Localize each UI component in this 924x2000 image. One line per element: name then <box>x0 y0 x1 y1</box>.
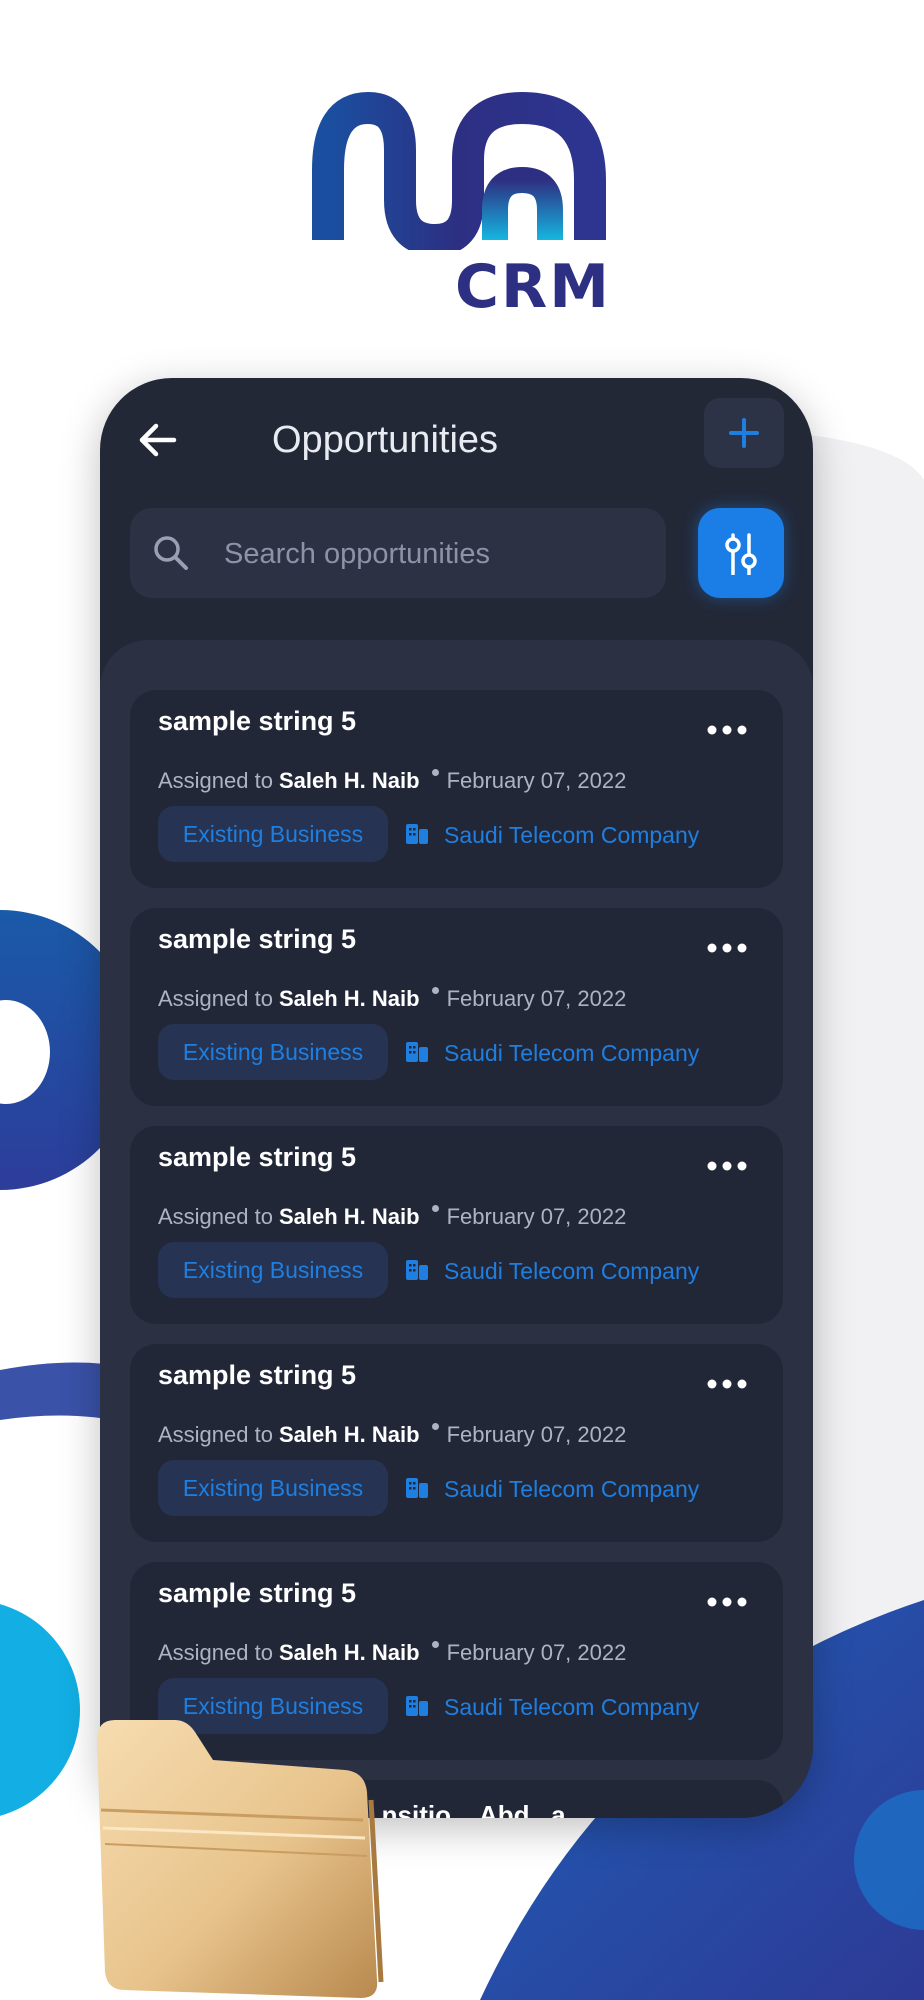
separator-dot <box>431 769 439 776</box>
opportunity-card[interactable]: sample string 5 Assigned to Saleh H. Naib… <box>130 690 783 888</box>
opportunity-type-badge[interactable]: Existing Business <box>158 1242 388 1298</box>
building-icon <box>406 1478 428 1498</box>
opportunity-title: sample string 5 <box>158 1578 357 1608</box>
assigned-label: Assigned to <box>158 1640 273 1665</box>
opportunity-meta: Assigned to Saleh H. Naib February 07, 202… <box>158 1422 626 1448</box>
opportunity-card[interactable]: sample string 5 Assigned to Saleh H. Naib… <box>130 908 783 1106</box>
opportunity-meta: Assigned to Saleh H. Naib February 07, 202… <box>158 768 626 794</box>
search-input[interactable] <box>222 508 656 600</box>
building-icon <box>406 1696 428 1716</box>
opportunity-title: sample string 5 <box>158 924 357 954</box>
more-options-icon[interactable] <box>702 936 752 960</box>
assignee-name: Saleh H. Naib <box>278 1640 420 1665</box>
top-bar: Opportunities <box>100 378 813 488</box>
brand-logo-mark <box>312 91 606 257</box>
page-title: Opportunities <box>272 419 499 461</box>
building-icon <box>406 824 428 844</box>
search-box <box>130 508 666 600</box>
assigned-label: Assigned to <box>158 768 273 793</box>
opportunity-type-badge[interactable]: Existing Business <box>158 1460 388 1516</box>
company-link[interactable]: Saudi Telecom Company <box>444 1476 699 1503</box>
filter-button[interactable] <box>698 508 784 598</box>
opportunity-date: February 07, 2022 <box>446 768 627 793</box>
opportunity-date: February 07, 2022 <box>446 1640 627 1665</box>
company-link[interactable]: Saudi Telecom Company <box>444 822 699 849</box>
building-icon <box>406 1042 428 1062</box>
more-options-icon[interactable] <box>702 1154 752 1178</box>
sliders-icon <box>725 533 757 575</box>
add-opportunity-button[interactable] <box>704 398 784 468</box>
more-options-icon[interactable] <box>702 1372 752 1396</box>
separator-dot <box>431 1205 439 1212</box>
opportunity-card[interactable]: sample string 5 Assigned to Saleh H. Naib… <box>130 1344 783 1542</box>
folder-icon <box>97 1720 384 1998</box>
assignee-name: Saleh H. Naib <box>278 1204 420 1229</box>
opportunity-type-badge[interactable]: Existing Business <box>158 806 388 862</box>
opportunity-title: sample string 5 <box>158 706 357 736</box>
brand-logo: CRM <box>300 90 620 330</box>
separator-dot <box>431 1641 439 1648</box>
opportunity-type-badge[interactable]: Existing Business <box>158 1024 388 1080</box>
opportunity-meta: Assigned to Saleh H. Naib February 07, 202… <box>158 986 626 1012</box>
building-icon <box>406 1260 428 1280</box>
opportunity-title: sample string 5 <box>158 1360 357 1390</box>
opportunity-meta: Assigned to Saleh H. Naib February 07, 202… <box>158 1640 626 1666</box>
company-link[interactable]: Saudi Telecom Company <box>444 1258 699 1285</box>
opportunity-date: February 07, 2022 <box>446 986 627 1011</box>
more-options-icon[interactable] <box>702 718 752 742</box>
separator-dot <box>431 987 439 994</box>
assignee-name: Saleh H. Naib <box>278 1422 420 1447</box>
assigned-label: Assigned to <box>158 986 273 1011</box>
opportunity-date: February 07, 2022 <box>446 1422 627 1447</box>
opportunities-list[interactable]: sample string 5 Assigned to Saleh H. Naib… <box>100 640 813 1818</box>
back-button[interactable] <box>128 410 188 470</box>
company-link[interactable]: Saudi Telecom Company <box>444 1040 699 1067</box>
more-options-icon[interactable] <box>702 1590 752 1614</box>
separator-dot <box>431 1423 439 1430</box>
assigned-label: Assigned to <box>158 1422 273 1447</box>
opportunity-card[interactable]: sample string 5 Assigned to Saleh H. Naib… <box>130 1126 783 1324</box>
brand-logo-text: CRM <box>455 252 611 322</box>
arrow-left-icon <box>139 423 177 457</box>
opportunity-meta: Assigned to Saleh H. Naib February 07, 202… <box>158 1204 626 1230</box>
assignee-name: Saleh H. Naib <box>278 986 420 1011</box>
assigned-label: Assigned to <box>158 1204 273 1229</box>
company-link[interactable]: Saudi Telecom Company <box>444 1694 699 1721</box>
opportunity-title: sample string 5 <box>158 1142 357 1172</box>
phone-screen: Opportunities sample string 5 Assigned t… <box>100 378 813 1818</box>
plus-icon <box>729 418 759 448</box>
assignee-name: Saleh H. Naib <box>278 768 420 793</box>
search-icon <box>154 536 188 570</box>
opportunity-date: February 07, 2022 <box>446 1204 627 1229</box>
